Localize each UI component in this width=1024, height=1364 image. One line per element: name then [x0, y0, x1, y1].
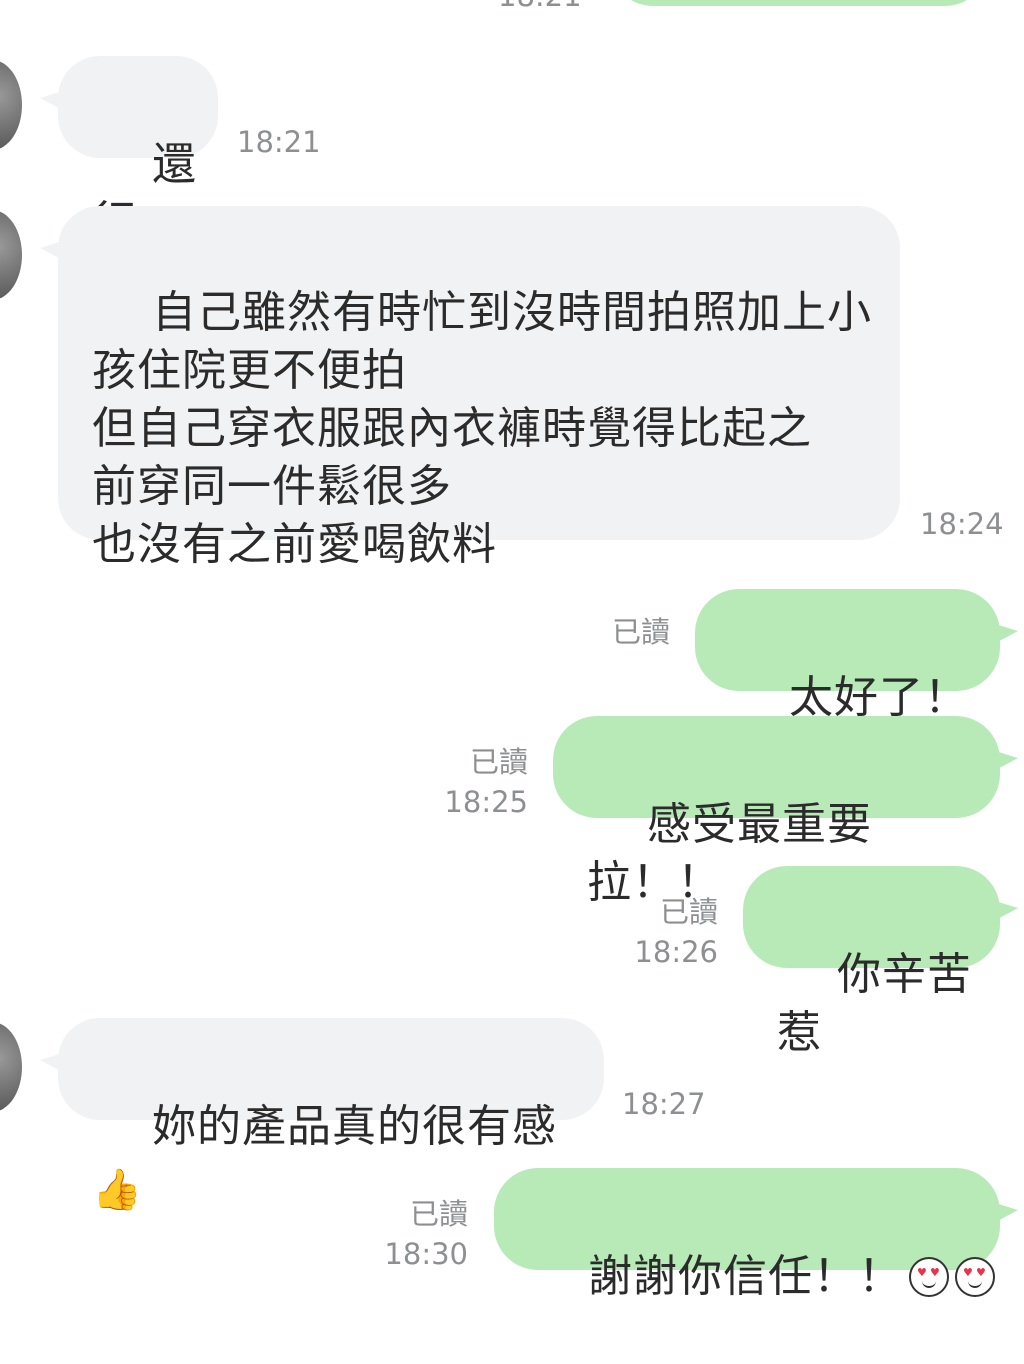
avatar[interactable] — [0, 60, 22, 150]
avatar[interactable] — [0, 210, 22, 300]
message-time: 18:21 — [498, 0, 582, 16]
message-time: 18:27 — [622, 1087, 706, 1121]
heart-eyes-icon: ♥ ♥ — [954, 1257, 995, 1297]
thumbs-up-icon: 👍 — [92, 1167, 143, 1213]
message-text: 妳的產品真的很有感 — [151, 1101, 557, 1152]
avatar[interactable] — [0, 1022, 22, 1112]
message-text: 自己雖然有時忙到沒時間拍照加上小 孩住院更不便拍 但自己穿衣服跟內衣褲時覺得比起… — [92, 287, 872, 570]
message-text: 謝謝你信任！！ — [587, 1251, 903, 1302]
read-receipt: 已讀 — [409, 1197, 468, 1231]
message-time: 18:25 — [444, 785, 528, 819]
outgoing-message-bubble[interactable]: 謝謝你信任！！ ♥ ♥ ♥ ♥ — [494, 1168, 1018, 1302]
outgoing-message-bubble[interactable]: 你辛苦惹 — [743, 866, 1018, 1058]
read-receipt: 已讀 — [469, 745, 528, 779]
incoming-message-bubble[interactable]: 自己雖然有時忙到沒時間拍照加上小 孩住院更不便拍 但自己穿衣服跟內衣褲時覺得比起… — [40, 206, 900, 570]
read-receipt: 已讀 — [611, 615, 670, 649]
read-receipt: 已讀 — [659, 895, 718, 929]
incoming-message-bubble[interactable]: 還行 — [40, 56, 218, 248]
message-time: 18:26 — [634, 935, 718, 969]
outgoing-message-bubble[interactable]: 太好了！～ — [695, 589, 1018, 781]
message-time: 18:30 — [384, 1237, 468, 1271]
heart-eyes-icon: ♥ ♥ — [908, 1257, 949, 1297]
outgoing-message-bubble[interactable]: 感受最重要拉！！ — [553, 716, 1018, 908]
chat-window: 18:21 還行 18:21 自己雖然有時忙到沒時間拍照加上小 孩住院更不便拍 … — [0, 0, 1024, 1302]
message-text: 你辛苦惹 — [777, 949, 972, 1058]
incoming-message-bubble[interactable]: 妳的產品真的很有感👍 — [40, 1018, 604, 1213]
outgoing-bubble-partial[interactable] — [610, 0, 988, 6]
message-time: 18:24 — [920, 507, 1004, 541]
message-time: 18:21 — [237, 125, 321, 159]
